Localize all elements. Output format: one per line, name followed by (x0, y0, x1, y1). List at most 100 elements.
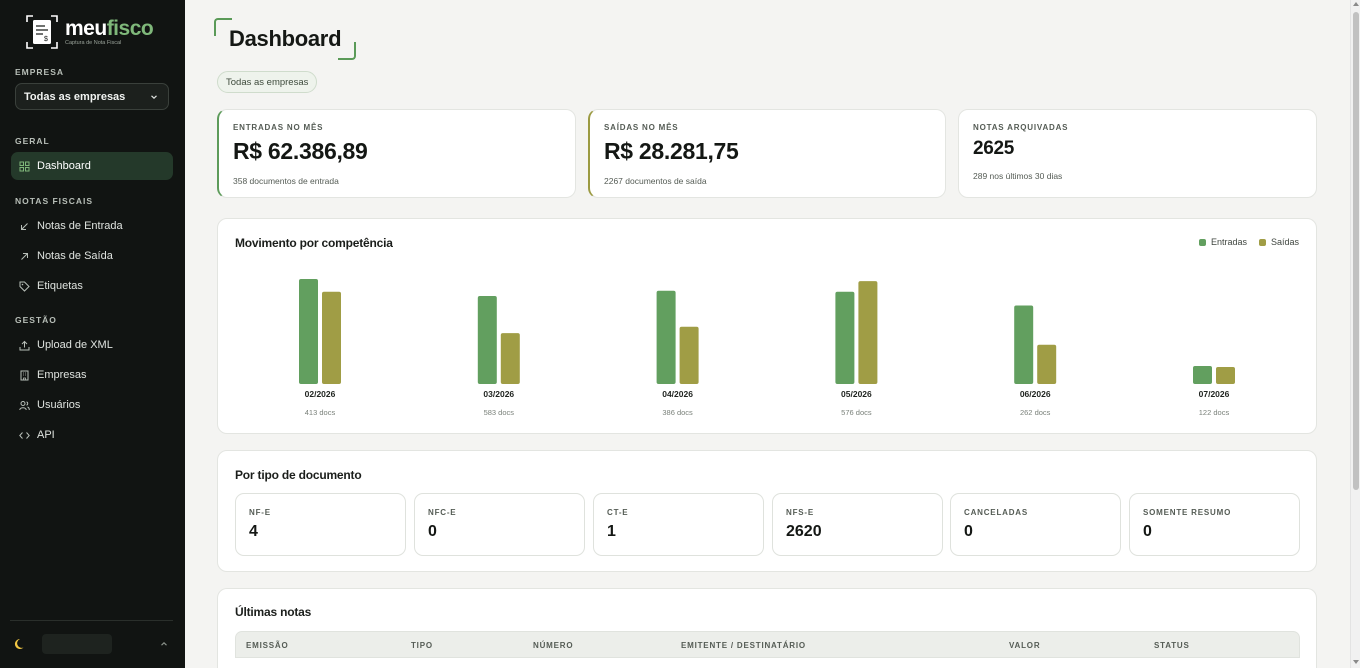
chevron-up-icon (161, 642, 167, 646)
users-icon (19, 400, 30, 411)
movement-chart-card: Movimento por competência Entradas Saída… (217, 218, 1317, 434)
stat-value: R$ 28.281,75 (604, 138, 739, 164)
doc-type-label: NF-E (249, 508, 271, 517)
column-header-valor[interactable]: VALOR (1009, 641, 1040, 650)
page-title: Dashboard (229, 26, 342, 51)
sidebar-item-label: Upload de XML (37, 339, 113, 351)
column-header-emitente[interactable]: EMITENTE / DESTINATÁRIO (681, 641, 806, 650)
sidebar-item-notas-saida[interactable]: Notas de Saída (11, 242, 173, 270)
scroll-up-icon[interactable] (1353, 2, 1359, 6)
stat-card-entradas: ENTRADAS NO MÊS R$ 62.386,89 358 documen… (217, 109, 576, 198)
category-label: 04/2026 (662, 389, 693, 399)
category-sublabel: 576 docs (841, 408, 872, 417)
sidebar-item-notas-entrada[interactable]: Notas de Entrada (11, 212, 173, 240)
brand-tagline: Captura de Nota Fiscal (65, 39, 122, 46)
company-filter-chip[interactable]: Todas as empresas (217, 71, 318, 93)
category-label: 03/2026 (483, 389, 514, 399)
bar-saídas-0[interactable] (322, 291, 341, 384)
scroll-down-icon[interactable] (1353, 660, 1359, 664)
bar-saídas-5[interactable] (1216, 367, 1235, 384)
doc-type-somente-resumo: SOMENTE RESUMO 0 (1129, 493, 1300, 556)
sidebar-item-label: Usuários (37, 399, 81, 411)
avatar (42, 634, 112, 654)
sidebar-item-etiquetas[interactable]: Etiquetas (11, 272, 173, 300)
doc-type-value: 2620 (786, 523, 822, 540)
title-bracket-bottom-right (338, 42, 356, 60)
bar-saídas-2[interactable] (679, 326, 699, 384)
column-header-tipo[interactable]: TIPO (411, 641, 433, 650)
svg-text:$: $ (44, 36, 48, 43)
section-label-gestao: GESTÃO (15, 315, 57, 325)
user-menu[interactable] (10, 630, 175, 658)
doc-type-nfe: NF-E 4 (235, 493, 406, 556)
arrow-down-left-icon (19, 221, 30, 232)
scrollbar-thumb[interactable] (1353, 12, 1359, 490)
column-header-status[interactable]: STATUS (1154, 641, 1190, 650)
bar-entradas-4[interactable] (1014, 305, 1034, 384)
bar-saídas-1[interactable] (500, 333, 520, 384)
movement-bar-chart: 02/2026 413 docs 03/2026 583 docs 04/2026 386… (299, 279, 1235, 417)
doc-type-value: 0 (1143, 523, 1152, 540)
company-select-value: Todas as empresas (24, 90, 126, 103)
sidebar-item-empresas[interactable]: Empresas (11, 361, 173, 389)
upload-icon (19, 340, 30, 351)
doc-types-title: Por tipo de documento (235, 468, 362, 482)
logo-document-icon: $ (25, 14, 59, 50)
category-label: 02/2026 (305, 389, 336, 399)
doc-type-label: NFC-E (428, 508, 457, 517)
latest-notes-title: Últimas notas (235, 605, 312, 619)
doc-type-value: 4 (249, 523, 258, 540)
category-label: 06/2026 (1020, 389, 1051, 399)
doc-type-label: SOMENTE RESUMO (1143, 508, 1232, 517)
sidebar-item-upload-xml[interactable]: Upload de XML (11, 331, 173, 359)
column-header-numero[interactable]: NÚMERO (533, 641, 573, 650)
doc-type-value: 0 (428, 523, 437, 540)
brand-text: meufisco Captura de Nota Fiscal (65, 16, 154, 46)
doc-type-canceladas: CANCELADAS 0 (950, 493, 1121, 556)
stat-card-saidas: SAÍDAS NO MÊS R$ 28.281,75 2267 document… (588, 109, 946, 198)
doc-type-label: CT-E (607, 508, 629, 517)
company-select[interactable]: Todas as empresas (15, 83, 169, 110)
bar-saídas-4[interactable] (1037, 344, 1057, 384)
main-content: Dashboard Todas as empresas ENTRADAS NO … (185, 0, 1350, 668)
brand-logo[interactable]: $ meufisco Captura de Nota Fiscal (25, 14, 154, 50)
sidebar-item-label: Empresas (37, 369, 87, 381)
sidebar-item-label: Etiquetas (37, 280, 83, 292)
bar-entradas-0[interactable] (299, 279, 318, 384)
sidebar-item-dashboard[interactable]: Dashboard (11, 152, 173, 180)
sidebar-item-label: Dashboard (37, 160, 91, 172)
doc-type-value: 0 (964, 523, 973, 540)
chevron-down-icon (151, 94, 157, 99)
category-sublabel: 413 docs (305, 408, 336, 417)
stat-value: 2625 (973, 138, 1015, 159)
bar-entradas-1[interactable] (477, 296, 497, 384)
column-header-emissao[interactable]: EMISSÃO (246, 641, 289, 650)
bar-entradas-3[interactable] (835, 291, 855, 384)
stat-value: R$ 62.386,89 (233, 138, 368, 164)
brand-name: meufisco (65, 16, 154, 40)
building-icon (19, 370, 30, 381)
bar-saídas-3[interactable] (858, 281, 878, 384)
brand-name-part1: meu (65, 16, 107, 40)
bar-entradas-5[interactable] (1193, 365, 1212, 384)
category-sublabel: 122 docs (1199, 408, 1230, 417)
bar-entradas-2[interactable] (656, 290, 676, 384)
page-scrollbar[interactable] (1350, 0, 1360, 668)
sidebar-item-label: Notas de Saída (37, 250, 113, 262)
sidebar: $ meufisco Captura de Nota Fiscal EMPRES… (0, 0, 185, 668)
company-label: EMPRESA (15, 67, 65, 77)
doc-type-label: CANCELADAS (964, 508, 1028, 517)
sidebar-item-usuarios[interactable]: Usuários (11, 391, 173, 419)
stat-subtext: 358 documentos de entrada (233, 176, 339, 186)
category-sublabel: 262 docs (1020, 408, 1051, 417)
moon-icon[interactable] (14, 637, 28, 651)
latest-notes-table-header: EMISSÃO TIPO NÚMERO EMITENTE / DESTINATÁ… (235, 631, 1300, 658)
sidebar-item-api[interactable]: API (11, 421, 173, 449)
doc-type-label: NFS-E (786, 508, 814, 517)
stat-label: ENTRADAS NO MÊS (233, 123, 324, 132)
doc-type-nfce: NFC-E 0 (414, 493, 585, 556)
tag-icon (19, 281, 30, 292)
stat-subtext: 2267 documentos de saída (604, 176, 707, 186)
stat-label: NOTAS ARQUIVADAS (973, 123, 1069, 132)
stat-card-arquivadas: NOTAS ARQUIVADAS 2625 289 nos últimos 30… (958, 109, 1317, 198)
